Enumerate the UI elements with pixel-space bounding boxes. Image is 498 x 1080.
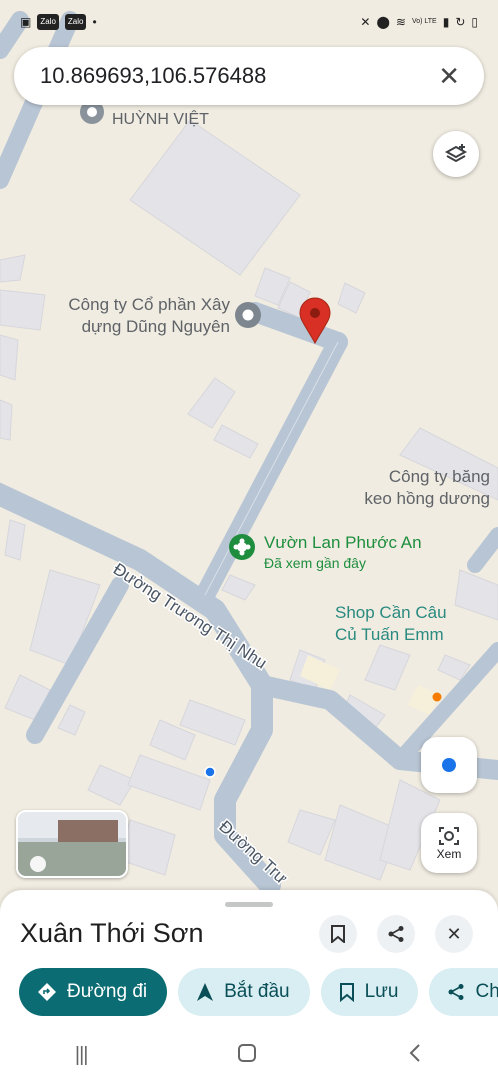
location-icon: ⬤: [376, 15, 390, 29]
label-subline: Đã xem gần đây: [264, 555, 366, 571]
map-label-cong-ty-bang-keo[interactable]: Công ty băng keo hồng dương: [330, 466, 490, 510]
home-icon[interactable]: [237, 1043, 257, 1068]
alarm-icon: ↻: [455, 15, 466, 29]
directions-label: Đường đi: [67, 981, 148, 1002]
navigation-icon: [197, 983, 214, 1001]
share-chip-button[interactable]: Ch: [429, 968, 498, 1016]
share-button[interactable]: [377, 915, 415, 953]
volte-label: Vo) LTE: [411, 18, 437, 25]
status-right: ✕ ⬤ ≋ Vo) LTE ▮ ↻ ▯: [360, 15, 478, 29]
layers-icon: [444, 144, 468, 163]
search-bar[interactable]: ✕: [14, 47, 484, 105]
road-label-truong-thi-nhu: Đường Trương Thị Nhu: [110, 559, 270, 672]
map-label-vuon-lan[interactable]: Vườn Lan Phước An Đã xem gần đây: [264, 532, 422, 572]
place-pin-cong-ty-xay-dung: [235, 302, 261, 328]
directions-icon: [38, 983, 56, 1001]
camera-scan-icon: [439, 827, 459, 845]
status-bar: ▣ Zalo Zalo • ✕ ⬤ ≋ Vo) LTE ▮ ↻ ▯: [0, 0, 498, 44]
layers-button[interactable]: [433, 131, 479, 177]
save-chip-button[interactable]: Lưu: [320, 968, 419, 1016]
search-input[interactable]: [38, 62, 439, 90]
vuon-lan-icon: [229, 534, 255, 560]
close-sheet-button[interactable]: ✕: [435, 915, 473, 953]
battery-icon: ▯: [471, 15, 478, 29]
bookmark-icon: [331, 925, 345, 943]
map-label-cong-ty-xay-dung[interactable]: Công ty Cổ phần Xây dựng Dũng Nguyên: [40, 294, 230, 338]
map-label-huynh-viet[interactable]: HUỲNH VIỆT: [112, 109, 209, 131]
label-line: Công ty băng: [388, 467, 490, 486]
drag-handle[interactable]: [225, 902, 273, 907]
bookmark-icon: [339, 983, 354, 1002]
system-nav-bar: |||: [0, 1030, 498, 1080]
label-line: Shop Cần Câu: [335, 603, 447, 622]
label-line: keo hồng dương: [364, 489, 490, 508]
place-title: Xuân Thới Sơn: [20, 918, 204, 948]
clear-search-icon[interactable]: ✕: [438, 61, 460, 92]
zalo-icon: Zalo: [64, 14, 87, 30]
gallery-icon: ▣: [20, 15, 32, 29]
street-view-thumbnail[interactable]: [16, 810, 128, 878]
start-button[interactable]: Bắt đầu: [178, 968, 310, 1016]
signal-icon: ▮: [442, 15, 450, 29]
xem-label: Xem: [436, 847, 462, 861]
wifi-icon: ≋: [395, 15, 406, 29]
more-notifications-dot: •: [92, 15, 97, 29]
street-view-image: [18, 812, 126, 876]
zalo-icon: Zalo: [37, 14, 59, 30]
my-location-icon: [442, 758, 456, 772]
mute-icon: ✕: [360, 15, 371, 29]
back-icon[interactable]: [407, 1043, 423, 1068]
my-location-button[interactable]: [421, 737, 477, 793]
share-label: Ch: [475, 981, 498, 1002]
save-label: Lưu: [364, 981, 399, 1002]
share-icon: [388, 926, 404, 942]
directions-button[interactable]: Đường đi: [19, 968, 168, 1016]
status-left: ▣ Zalo Zalo •: [20, 14, 97, 30]
start-label: Bắt đầu: [224, 981, 290, 1002]
xem-button[interactable]: Xem: [421, 813, 477, 873]
recents-icon[interactable]: |||: [75, 1044, 89, 1067]
label-line: dựng Dũng Nguyên: [81, 317, 230, 336]
save-place-button[interactable]: [319, 915, 357, 953]
label-line: Củ Tuấn Emm: [335, 625, 444, 644]
close-icon: ✕: [446, 923, 462, 944]
label-line: Công ty Cổ phần Xây: [68, 295, 230, 314]
label-line: Vườn Lan Phước An: [264, 533, 422, 552]
action-chips: Đường đi Bắt đầu Lưu Ch: [19, 968, 498, 1016]
map-label-shop-can-cau[interactable]: Shop Cần Câu Củ Tuấn Emm: [335, 602, 447, 646]
share-icon: [448, 984, 464, 1000]
